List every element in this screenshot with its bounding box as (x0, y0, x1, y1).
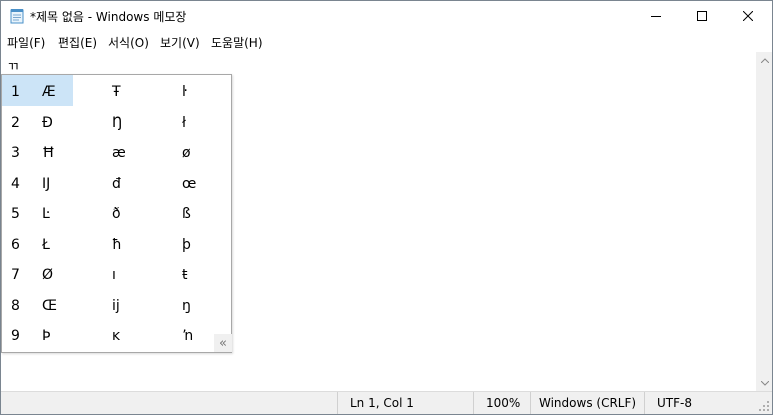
candidate-char[interactable]: œ (182, 176, 196, 192)
candidate-char[interactable]: ŉ (182, 328, 193, 344)
window-title: *제목 없음 - Windows 메모장 (30, 10, 187, 24)
candidate-char[interactable]: Ŋ (112, 115, 122, 131)
close-icon (743, 11, 753, 21)
candidate-char[interactable]: Ŀ (42, 206, 50, 222)
menu-file[interactable]: 파일(F) (7, 34, 45, 51)
minimize-icon (651, 16, 661, 17)
candidate-char[interactable]: Ħ (42, 145, 55, 161)
candidate-row[interactable]: 9 Þ ĸ ŉ (2, 319, 231, 350)
candidate-number: 3 (11, 145, 20, 161)
candidate-row[interactable]: 1 Æ Ŧ ŀ (2, 75, 231, 106)
scroll-up-button[interactable] (757, 52, 773, 68)
candidate-char[interactable]: Œ (42, 298, 57, 314)
candidate-row[interactable]: 4 Ĳ đ œ (2, 167, 231, 198)
candidate-char[interactable]: ı (112, 267, 116, 283)
candidate-char[interactable]: ħ (112, 237, 122, 253)
candidate-char[interactable]: Ŧ (112, 84, 121, 100)
close-button[interactable] (725, 1, 771, 31)
chevron-down-icon (761, 380, 769, 386)
candidate-char[interactable]: ß (182, 206, 191, 222)
candidate-char[interactable]: Ø (42, 267, 53, 283)
candidate-char[interactable]: Þ (42, 328, 50, 344)
candidate-number: 1 (11, 84, 20, 100)
candidate-char[interactable]: đ (112, 176, 121, 192)
candidate-row[interactable]: 7 Ø ı ŧ (2, 258, 231, 289)
status-zoom: 100% (473, 392, 530, 414)
menu-edit[interactable]: 편집(E) (58, 34, 97, 51)
candidate-char[interactable]: æ (112, 145, 126, 161)
maximize-icon (697, 11, 707, 21)
candidate-number: 8 (11, 297, 20, 314)
editor-content: ㄲ (7, 60, 19, 75)
candidate-number: 2 (11, 114, 20, 131)
candidate-number: 7 (11, 267, 20, 283)
status-line-ending: Windows (CRLF) (530, 392, 644, 414)
candidate-char[interactable]: Ĳ (42, 176, 50, 192)
candidate-number: 4 (11, 175, 20, 192)
candidate-char[interactable]: Ł (42, 237, 50, 253)
notepad-window: *제목 없음 - Windows 메모장 파일(F) 편집(E) 서식(O) 보… (0, 0, 773, 415)
menu-bar: 파일(F) 편집(E) 서식(O) 보기(V) 도움말(H) (1, 31, 772, 52)
menu-help[interactable]: 도움말(H) (211, 34, 263, 51)
scroll-down-button[interactable] (757, 375, 773, 391)
resize-grip-icon[interactable] (758, 400, 770, 412)
candidate-char[interactable]: ð (112, 206, 121, 222)
minimize-button[interactable] (633, 1, 679, 31)
vertical-scrollbar[interactable] (756, 52, 772, 391)
chevron-up-icon (761, 57, 769, 63)
candidate-number: 5 (11, 206, 20, 222)
candidate-number: 9 (11, 328, 20, 344)
candidate-char[interactable]: þ (182, 237, 191, 253)
candidate-row[interactable]: 3 Ħ æ ø (2, 136, 231, 167)
candidate-char[interactable]: ĸ (112, 328, 120, 344)
candidate-row[interactable]: 5 Ŀ ð ß (2, 197, 231, 228)
candidate-expand-button[interactable]: « (214, 334, 232, 352)
status-encoding: UTF-8 (644, 392, 756, 414)
candidate-char[interactable]: ŧ (182, 267, 188, 283)
status-position: Ln 1, Col 1 (337, 392, 473, 414)
maximize-button[interactable] (679, 1, 725, 31)
candidate-number: 6 (11, 236, 20, 253)
candidate-char[interactable]: ŋ (182, 298, 191, 314)
candidate-char[interactable]: ø (182, 145, 191, 161)
title-bar[interactable]: *제목 없음 - Windows 메모장 (1, 1, 772, 31)
candidate-row[interactable]: 8 Œ ĳ ŋ (2, 289, 231, 320)
menu-view[interactable]: 보기(V) (160, 34, 200, 51)
candidate-char[interactable]: Ð (42, 115, 53, 131)
notepad-icon (10, 9, 24, 24)
candidate-char[interactable]: Æ (42, 84, 56, 100)
candidate-char[interactable]: ĳ (112, 298, 120, 314)
candidate-char[interactable]: ŀ (182, 84, 187, 100)
ime-candidate-window: 1 Æ Ŧ ŀ 2 Ð Ŋ ł 3 Ħ æ ø 4 Ĳ đ œ 5 Ŀ ð ß (1, 74, 232, 353)
double-chevron-left-icon: « (219, 335, 227, 351)
candidate-row[interactable]: 6 Ł ħ þ (2, 228, 231, 259)
candidate-char[interactable]: ł (182, 115, 186, 131)
status-bar: Ln 1, Col 1 100% Windows (CRLF) UTF-8 (1, 391, 772, 414)
menu-format[interactable]: 서식(O) (108, 34, 149, 51)
candidate-row[interactable]: 2 Ð Ŋ ł (2, 106, 231, 137)
